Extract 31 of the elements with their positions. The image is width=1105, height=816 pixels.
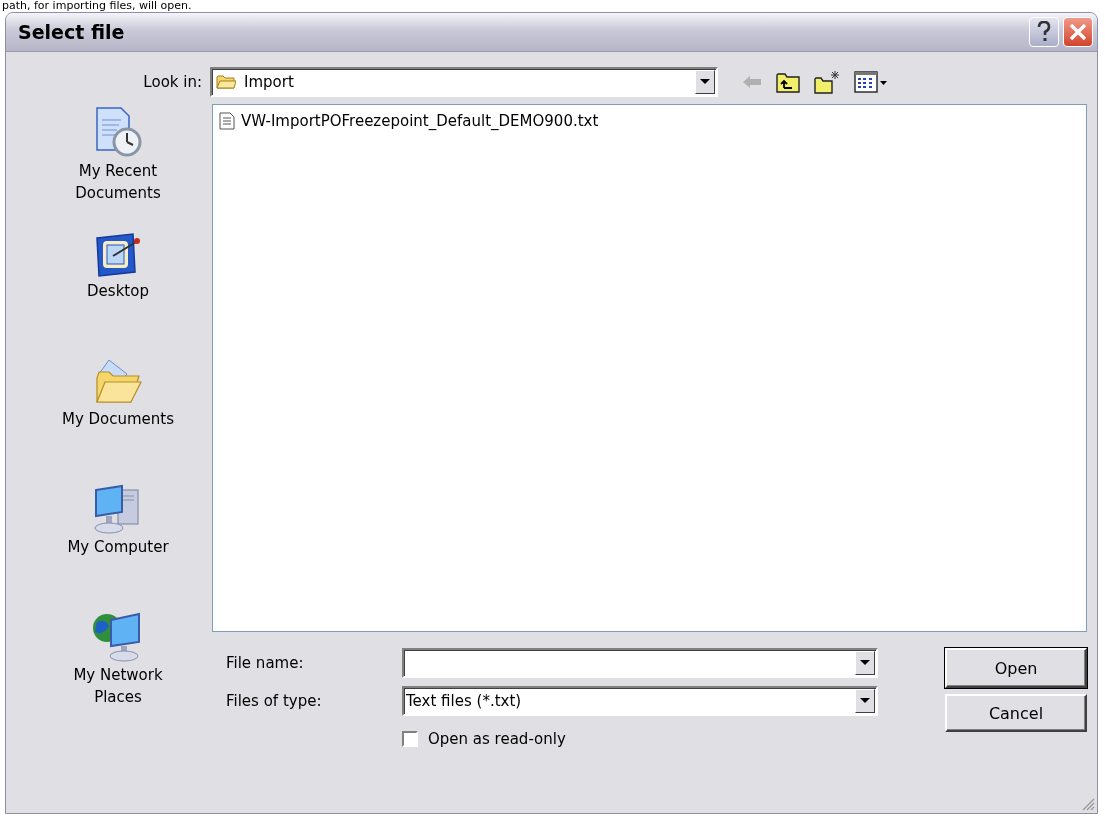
- window-title: Select file: [18, 21, 125, 43]
- place-label[interactable]: My Computer: [67, 536, 169, 558]
- caption-text: path, for importing files, will open.: [1, 0, 193, 12]
- file-type-dropdown[interactable]: Text files (*.txt): [402, 686, 878, 716]
- close-icon: [1068, 22, 1088, 42]
- place-label[interactable]: My Documents: [61, 408, 175, 430]
- place-label[interactable]: My Network Places: [53, 664, 183, 708]
- checkbox[interactable]: [402, 731, 418, 747]
- clock-document-icon: [93, 106, 143, 158]
- file-name-field[interactable]: [402, 648, 878, 678]
- help-button[interactable]: [1029, 17, 1059, 47]
- look-in-dropdown[interactable]: Import: [210, 67, 718, 97]
- resize-grip-icon[interactable]: [1081, 797, 1095, 811]
- file-name-label: File name:: [225, 654, 305, 672]
- look-in-label: Look in:: [142, 73, 203, 91]
- folder-icon: [93, 358, 143, 406]
- close-button[interactable]: [1063, 17, 1093, 47]
- up-folder-icon[interactable]: [776, 71, 800, 93]
- file-item[interactable]: VW-ImportPOFreezepoint_Default_DEMO900.txt: [241, 112, 599, 130]
- desktop-icon: [93, 232, 143, 278]
- place-label[interactable]: Desktop: [87, 280, 149, 302]
- file-type-label: Files of type:: [225, 692, 323, 710]
- question-mark-icon: [1036, 21, 1052, 43]
- dialog-button[interactable]: Open: [945, 648, 1087, 688]
- dialog-button[interactable]: Cancel: [945, 694, 1087, 732]
- new-folder-icon[interactable]: [814, 70, 840, 94]
- folder-icon: [216, 74, 236, 90]
- place-label[interactable]: My Recent Documents: [53, 160, 183, 204]
- read-only-label[interactable]: Open as read-only: [428, 730, 566, 748]
- view-menu-icon[interactable]: [854, 70, 888, 94]
- text-file-icon: [219, 112, 235, 130]
